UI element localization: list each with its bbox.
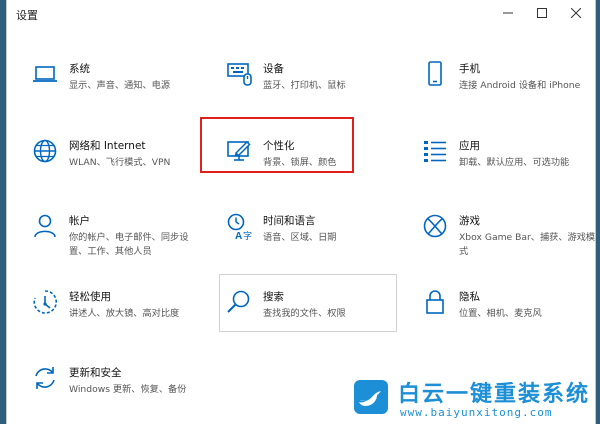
tile-network-name: 网络和 Internet — [69, 140, 146, 152]
tile-ease-of-access-desc: 讲述人、放大镜、高对比度 — [69, 308, 180, 319]
close-icon — [571, 8, 581, 18]
maximize-button[interactable] — [525, 0, 559, 26]
tile-accounts-name: 帐户 — [69, 215, 90, 227]
settings-window: 设置 系统 显示、声音、通知、电源 设备 蓝牙、打印机、鼠标 手机 连接 And… — [6, 0, 596, 424]
tile-ease-of-access[interactable]: 轻松使用 讲述人、放大镜、高对比度 — [21, 282, 201, 342]
tile-devices[interactable]: 设备 蓝牙、打印机、鼠标 — [215, 54, 395, 114]
tile-system-desc: 显示、声音、通知、电源 — [69, 80, 171, 91]
lock-icon — [421, 288, 449, 316]
search-icon — [225, 288, 253, 316]
tile-gaming-name: 游戏 — [459, 215, 480, 227]
phone-icon — [421, 60, 449, 88]
globe-icon — [31, 137, 59, 165]
bird-logo-icon — [354, 380, 388, 414]
tile-privacy-name: 隐私 — [459, 291, 480, 303]
watermark-title: 白云一键重装系统 — [398, 382, 591, 407]
tile-system[interactable]: 系统 显示、声音、通知、电源 — [21, 54, 201, 114]
tile-ease-of-access-name: 轻松使用 — [69, 291, 111, 303]
tile-network-desc: WLAN、飞行模式、VPN — [69, 157, 171, 168]
tile-gaming[interactable]: 游戏 Xbox Game Bar、捕获、游戏模式 — [411, 206, 595, 266]
minimize-icon — [503, 12, 513, 14]
minimize-button[interactable] — [491, 0, 525, 26]
personalization-highlight-frame — [200, 117, 354, 173]
tile-search-desc: 查找我的文件、权限 — [263, 308, 346, 319]
tile-search[interactable]: 搜索 查找我的文件、权限 — [215, 282, 395, 342]
tile-apps[interactable]: 应用 卸载、默认应用、可选功能 — [411, 131, 591, 191]
xbox-icon — [421, 212, 449, 240]
svg-text:A: A — [235, 231, 242, 240]
tile-network[interactable]: 网络和 Internet WLAN、飞行模式、VPN — [21, 131, 201, 191]
devices-icon — [225, 60, 253, 88]
tile-accounts[interactable]: 帐户 你的帐户、电子邮件、同步设置、工作、其他人员 — [21, 206, 201, 266]
tile-apps-name: 应用 — [459, 140, 480, 152]
tile-phone[interactable]: 手机 连接 Android 设备和 iPhone — [411, 54, 591, 114]
tile-update-security[interactable]: 更新和安全 Windows 更新、恢复、备份 — [21, 358, 201, 418]
tile-devices-name: 设备 — [263, 63, 284, 75]
tile-time-language[interactable]: A字 时间和语言 语音、区域、日期 — [215, 206, 395, 266]
tile-gaming-desc: Xbox Game Bar、捕获、游戏模式 — [459, 232, 596, 257]
desktop-background-right — [596, 0, 600, 424]
tile-system-name: 系统 — [69, 63, 90, 75]
close-button[interactable] — [559, 0, 593, 26]
user-icon — [31, 212, 59, 240]
tile-search-name: 搜索 — [263, 291, 284, 303]
ease-of-access-icon — [31, 288, 59, 316]
tile-devices-desc: 蓝牙、打印机、鼠标 — [263, 80, 346, 91]
tile-accounts-desc: 你的帐户、电子邮件、同步设置、工作、其他人员 — [69, 232, 189, 257]
tile-time-language-desc: 语音、区域、日期 — [263, 232, 337, 243]
tile-privacy[interactable]: 隐私 位置、相机、麦克风 — [411, 282, 591, 342]
svg-text:字: 字 — [243, 230, 252, 240]
watermark-url: www.baiyunxitong.com — [400, 406, 553, 419]
apps-icon — [421, 137, 449, 165]
tile-phone-desc: 连接 Android 设备和 iPhone — [459, 80, 581, 91]
time-language-icon: A字 — [225, 212, 253, 240]
title-bar: 设置 — [7, 0, 595, 28]
tile-phone-name: 手机 — [459, 63, 480, 75]
tile-apps-desc: 卸载、默认应用、可选功能 — [459, 157, 570, 168]
watermark: 白云一键重装系统 www.baiyunxitong.com — [348, 374, 600, 424]
sync-icon — [31, 364, 59, 392]
tile-update-security-name: 更新和安全 — [69, 367, 122, 379]
tile-privacy-desc: 位置、相机、麦克风 — [459, 308, 542, 319]
tile-update-security-desc: Windows 更新、恢复、备份 — [69, 384, 187, 395]
laptop-icon — [31, 60, 59, 88]
tile-time-language-name: 时间和语言 — [263, 215, 316, 227]
window-title: 设置 — [16, 9, 38, 22]
maximize-icon — [537, 8, 547, 18]
